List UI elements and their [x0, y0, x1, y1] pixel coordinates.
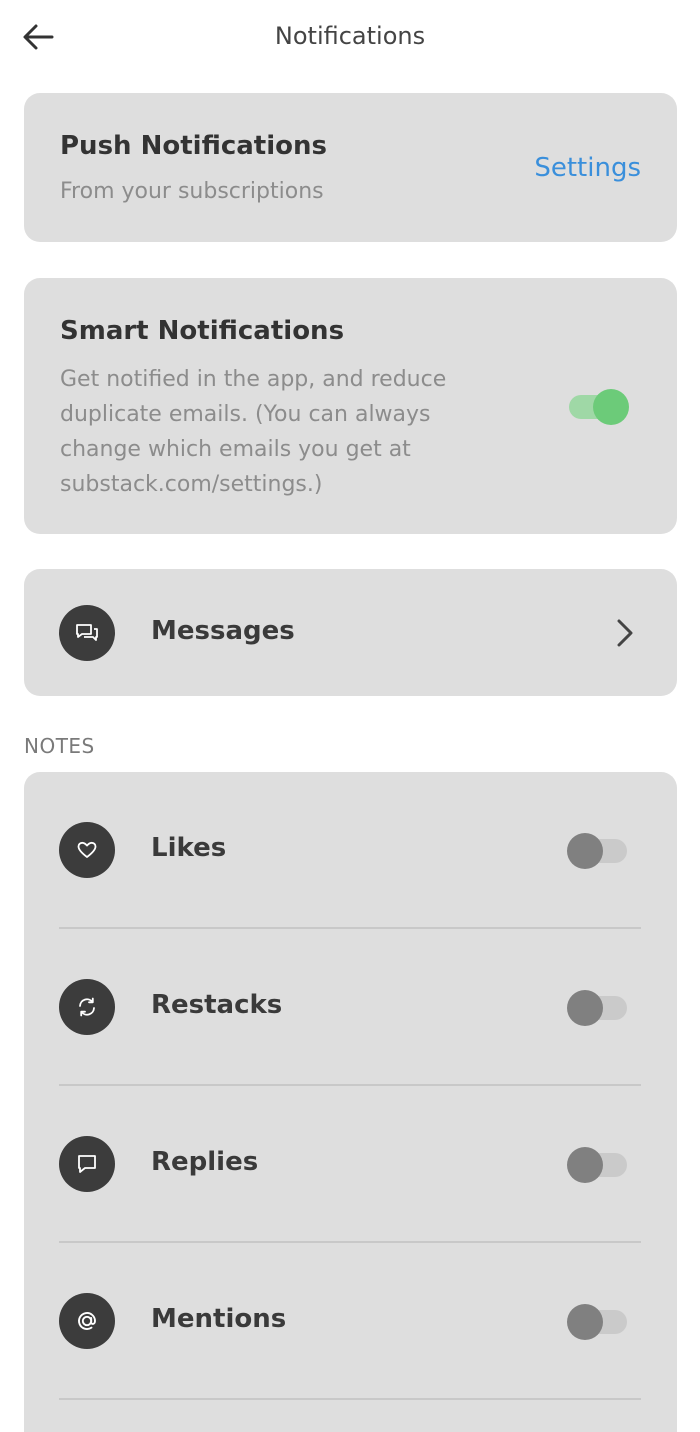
push-settings-link[interactable]: Settings — [534, 153, 641, 183]
push-notifications-card: Push Notifications From your subscriptio… — [24, 93, 677, 242]
restacks-toggle[interactable] — [567, 987, 629, 1027]
restacks-label: Restacks — [151, 990, 283, 1020]
divider — [59, 1398, 641, 1400]
notes-row-likes: Likes — [24, 772, 677, 929]
toggle-knob — [593, 389, 629, 425]
top-bar: Notifications — [0, 0, 700, 76]
chat-bubbles-icon — [59, 605, 115, 661]
mentions-label: Mentions — [151, 1304, 287, 1334]
notes-row-replies: Replies — [24, 1086, 677, 1243]
messages-label: Messages — [151, 616, 295, 646]
smart-notifications-toggle[interactable] — [567, 386, 629, 426]
push-notifications-title: Push Notifications — [60, 131, 327, 161]
heart-icon — [59, 822, 115, 878]
toggle-knob — [567, 833, 603, 869]
toggle-knob — [567, 1147, 603, 1183]
notes-settings-card: Likes Restacks Replies Mentions — [24, 772, 677, 1432]
push-notifications-subtitle: From your subscriptions — [60, 179, 324, 204]
notes-section-header: NOTES — [24, 734, 95, 758]
likes-toggle[interactable] — [567, 830, 629, 870]
toggle-knob — [567, 1304, 603, 1340]
chevron-right-icon — [617, 619, 633, 647]
replies-toggle[interactable] — [567, 1144, 629, 1184]
smart-notifications-description: Get notified in the app, and reduce dupl… — [60, 367, 447, 497]
mentions-toggle[interactable] — [567, 1301, 629, 1341]
likes-label: Likes — [151, 833, 227, 863]
at-sign-icon — [59, 1293, 115, 1349]
page-title: Notifications — [274, 22, 426, 50]
notes-row-mentions: Mentions — [24, 1243, 677, 1400]
restack-icon — [59, 979, 115, 1035]
smart-notifications-title: Smart Notifications — [60, 316, 345, 346]
toggle-knob — [567, 990, 603, 1026]
notes-row-restacks: Restacks — [24, 929, 677, 1086]
messages-row[interactable]: Messages — [24, 569, 677, 696]
replies-label: Replies — [151, 1147, 259, 1177]
smart-notifications-card: Smart Notifications Get notified in the … — [24, 278, 677, 534]
reply-bubble-icon — [59, 1136, 115, 1192]
